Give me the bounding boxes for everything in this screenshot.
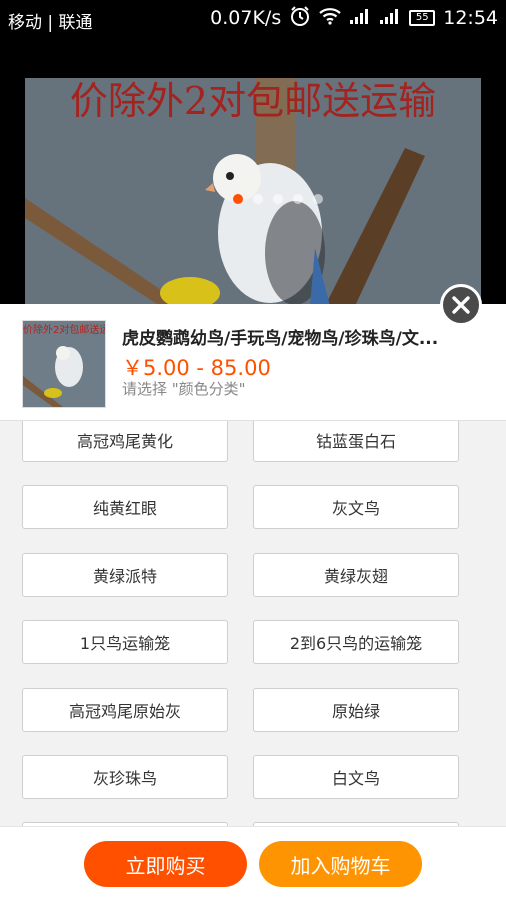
carousel-dot — [313, 194, 323, 204]
thumbnail-caption: 价除外2对包邮送运 — [23, 325, 105, 336]
sku-header: 价除外2对包邮送运 虎皮鹦鹉幼鸟/手玩鸟/宠物鸟/珍珠鸟/文... ￥5.00 … — [0, 304, 506, 421]
product-title: 虎皮鹦鹉幼鸟/手玩鸟/宠物鸟/珍珠鸟/文... — [122, 329, 439, 349]
battery-icon: 55 — [409, 10, 436, 26]
option-button[interactable]: 1只鸟运输笼 — [22, 620, 228, 664]
network-speed: 0.07K/s — [210, 7, 282, 29]
close-button[interactable] — [440, 284, 482, 326]
status-bar: 移动 | 联通 0.07K/s 55 12:54 — [0, 0, 506, 36]
option-button[interactable]: 黄绿派特 — [22, 553, 228, 597]
option-button[interactable]: 纯黄红眼 — [22, 485, 228, 529]
sku-sheet: 价除外2对包邮送运 虎皮鹦鹉幼鸟/手玩鸟/宠物鸟/珍珠鸟/文... ￥5.00 … — [0, 284, 506, 900]
option-button[interactable]: 白文鸟 — [253, 755, 459, 799]
carousel-dot — [293, 194, 303, 204]
signal-icon-1 — [349, 7, 371, 30]
carousel-dot — [253, 194, 263, 204]
close-icon — [452, 296, 470, 314]
option-button[interactable]: 灰珍珠鸟 — [22, 755, 228, 799]
banner-caption: 价除外2对包邮送运输 — [69, 79, 437, 123]
carousel-dot — [273, 194, 283, 204]
carrier-label: 移动 | 联通 — [8, 13, 93, 33]
add-to-cart-button[interactable]: 加入购物车 — [259, 841, 422, 887]
buy-now-button[interactable]: 立即购买 — [84, 841, 247, 887]
carousel-dot — [233, 194, 243, 204]
option-button[interactable]: 钴蓝蛋白石 — [253, 421, 459, 462]
product-thumbnail: 价除外2对包邮送运 — [22, 320, 106, 408]
option-button[interactable]: 2到6只鸟的运输笼 — [253, 620, 459, 664]
option-button[interactable]: 高冠鸡尾原始灰 — [22, 688, 228, 732]
selection-hint: 请选择 "颜色分类" — [122, 380, 246, 398]
battery-level: 55 — [415, 12, 429, 23]
clock: 12:54 — [443, 7, 498, 29]
status-indicators: 0.07K/s 55 12:54 — [210, 5, 498, 32]
wifi-icon — [319, 7, 341, 30]
product-banner[interactable]: 价除外2对包邮送运输 — [0, 36, 506, 306]
action-bar: 立即购买 加入购物车 — [0, 826, 506, 901]
option-button[interactable]: 高冠鸡尾黄化 — [22, 421, 228, 462]
color-options: 高冠鸡尾黄化 钴蓝蛋白石 纯黄红眼 灰文鸟 黄绿派特 黄绿灰翅 1只鸟运输笼 2… — [0, 421, 506, 826]
option-button[interactable]: 灰文鸟 — [253, 485, 459, 529]
product-photo: 价除外2对包邮送运输 — [25, 78, 481, 306]
signal-icon-2 — [379, 7, 401, 30]
carousel-indicator — [233, 194, 323, 204]
alarm-icon — [289, 5, 311, 32]
option-button[interactable]: 原始绿 — [253, 688, 459, 732]
option-button[interactable]: 黄绿灰翅 — [253, 553, 459, 597]
